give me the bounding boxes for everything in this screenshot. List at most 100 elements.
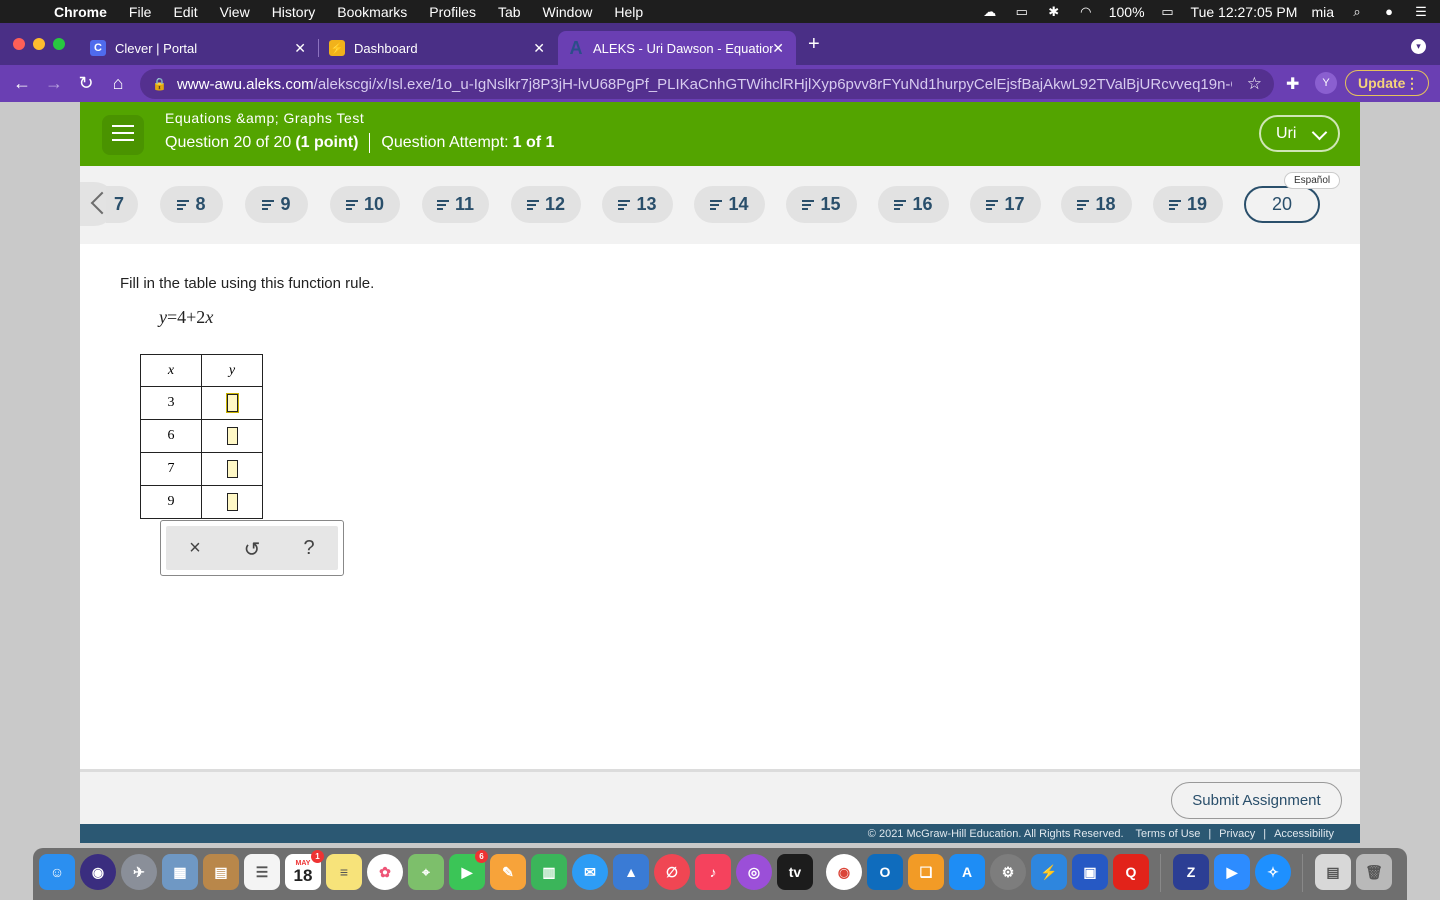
question-14-button[interactable]: 14 [694, 186, 765, 223]
network-icon[interactable]: ⚡ [1031, 854, 1067, 890]
window-zoom-icon[interactable] [53, 38, 65, 50]
question-19-button[interactable]: 19 [1153, 186, 1223, 223]
question-10-button[interactable]: 10 [330, 186, 400, 223]
finder-icon[interactable]: ☺ [39, 854, 75, 890]
forward-arrow-icon[interactable]: → [38, 73, 70, 94]
appstore-icon[interactable]: A [949, 854, 985, 890]
question-15-button[interactable]: 15 [786, 186, 857, 223]
zotero-icon[interactable]: Z [1173, 854, 1209, 890]
tab-search-icon[interactable]: ▾ [1411, 39, 1426, 54]
menu-help[interactable]: Help [603, 4, 654, 20]
tab-close-icon[interactable]: ✕ [533, 40, 545, 57]
pages-icon[interactable]: ✎ [490, 854, 526, 890]
facetime-icon[interactable]: ▶ 6 [449, 850, 488, 890]
submit-assignment-button[interactable]: Submit Assignment [1171, 782, 1342, 819]
window-minimize-icon[interactable] [33, 38, 45, 50]
notes-icon[interactable]: ≡ [326, 854, 362, 890]
question-13-button[interactable]: 13 [602, 186, 673, 223]
window-close-icon[interactable] [13, 38, 25, 50]
zoom-icon[interactable]: ▶ [1214, 854, 1250, 890]
menu-view[interactable]: View [209, 4, 261, 20]
y-answer-input[interactable] [225, 393, 239, 413]
trash-icon[interactable]: 🗑 [1356, 854, 1392, 890]
terms-of-use-link[interactable]: Terms of Use [1136, 828, 1201, 840]
messages-icon[interactable]: ✉ [572, 854, 608, 890]
y-answer-input[interactable] [226, 460, 238, 478]
wifi-icon[interactable]: ◠ [1077, 4, 1095, 19]
extensions-puzzle-icon[interactable]: ✚ [1286, 74, 1299, 94]
tab-close-icon[interactable]: ✕ [772, 40, 784, 57]
menu-edit[interactable]: Edit [162, 4, 208, 20]
menubar-user[interactable]: mia [1311, 4, 1334, 20]
question-11-button[interactable]: 11 [422, 186, 489, 223]
bluetooth-icon[interactable]: ✱ [1045, 4, 1063, 19]
clear-answer-icon[interactable]: × [183, 537, 207, 560]
reload-icon[interactable]: ↻ [70, 73, 102, 94]
help-icon[interactable]: ? [297, 537, 321, 560]
question-16-button[interactable]: 16 [878, 186, 949, 223]
photos-icon[interactable]: ✿ [367, 854, 403, 890]
spotlight-search-icon[interactable]: ⌕ [1348, 4, 1366, 19]
question-7-button[interactable]: 7 [106, 186, 138, 223]
menu-history[interactable]: History [261, 4, 327, 20]
contacts-icon[interactable]: ▤ [203, 854, 239, 890]
battery-icon[interactable]: ▭ [1159, 4, 1177, 19]
menu-bookmarks[interactable]: Bookmarks [326, 4, 418, 20]
menu-file[interactable]: File [118, 4, 163, 20]
more-menu-icon[interactable]: ⋮ [1405, 75, 1419, 92]
menu-profiles[interactable]: Profiles [418, 4, 487, 20]
airplay-icon[interactable]: ▭ [1013, 4, 1031, 19]
question-20-current-button[interactable]: 20 [1244, 186, 1320, 223]
question-18-button[interactable]: 18 [1061, 186, 1132, 223]
y-answer-input[interactable] [226, 427, 238, 445]
battery-percent[interactable]: 100% [1109, 4, 1145, 20]
profile-avatar[interactable]: Y [1315, 72, 1337, 94]
menubar-clock[interactable]: Tue 12:27:05 PM [1191, 4, 1298, 20]
calendar-icon[interactable]: MAY 18 1 [285, 850, 324, 890]
question-8-button[interactable]: 8 [160, 186, 223, 223]
books-icon[interactable]: ❑ [908, 854, 944, 890]
chrome-icon[interactable]: ◉ [826, 854, 862, 890]
siri-icon[interactable]: ◉ [80, 854, 116, 890]
news-icon[interactable]: ∅ [654, 854, 690, 890]
home-icon[interactable]: ⌂ [102, 73, 134, 94]
preview-icon[interactable]: ▦ [162, 854, 198, 890]
quizlet-icon[interactable]: Q [1113, 854, 1149, 890]
reminders-icon[interactable]: ☰ [244, 854, 280, 890]
menu-tab[interactable]: Tab [487, 4, 532, 20]
menu-window[interactable]: Window [532, 4, 604, 20]
question-17-button[interactable]: 17 [970, 186, 1041, 223]
bookmark-star-icon[interactable]: ☆ [1247, 74, 1262, 94]
privacy-link[interactable]: Privacy [1219, 828, 1255, 840]
question-12-button[interactable]: 12 [511, 186, 581, 223]
siri-menubar-icon[interactable]: ● [1380, 4, 1398, 19]
keynote-icon[interactable]: ▲ [613, 854, 649, 890]
tab-close-icon[interactable]: ✕ [294, 40, 306, 57]
tab-dashboard[interactable]: ⚡ Dashboard ✕ [319, 31, 557, 65]
outlook-icon[interactable]: O [867, 854, 903, 890]
control-center-icon[interactable]: ☰ [1412, 4, 1430, 19]
espanol-language-button[interactable]: Español [1284, 172, 1341, 189]
documents-icon[interactable]: ▤ [1315, 854, 1351, 890]
question-9-button[interactable]: 9 [245, 186, 308, 223]
undo-icon[interactable]: ↺ [240, 537, 264, 562]
tab-aleks-active[interactable]: A ALEKS - Uri Dawson - Equation ✕ [558, 31, 796, 65]
safari-icon[interactable]: ✧ [1255, 854, 1291, 890]
appletv-icon[interactable]: tv [777, 854, 813, 890]
accessibility-link[interactable]: Accessibility [1274, 828, 1334, 840]
user-menu-button[interactable]: Uri [1259, 115, 1340, 152]
launchpad-icon[interactable]: ✈ [121, 854, 157, 890]
chrome-update-button[interactable]: Update ⋮ [1345, 70, 1429, 96]
y-answer-input[interactable] [226, 493, 238, 511]
new-tab-button[interactable]: + [808, 33, 820, 56]
hamburger-menu-button[interactable] [102, 115, 144, 155]
back-arrow-icon[interactable]: ← [6, 73, 38, 94]
lock-icon[interactable]: 🔒 [152, 77, 167, 91]
music-icon[interactable]: ♪ [695, 854, 731, 890]
podcasts-icon[interactable]: ◎ [736, 854, 772, 890]
presenter-icon[interactable]: ▣ [1072, 854, 1108, 890]
numbers-icon[interactable]: ▥ [531, 854, 567, 890]
menu-app-name[interactable]: Chrome [38, 4, 118, 20]
address-bar[interactable]: 🔒 www-awu.aleks.com/alekscgi/x/Isl.exe/1… [140, 69, 1274, 99]
creative-cloud-icon[interactable]: ☁ [981, 4, 999, 19]
